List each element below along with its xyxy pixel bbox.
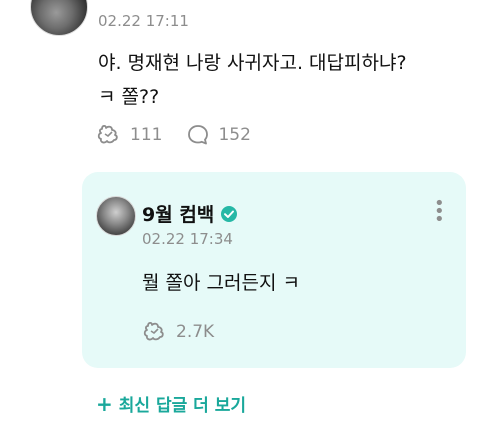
comment-line-2: ㅋ 쫄??: [98, 86, 160, 108]
plus-icon: +: [96, 391, 113, 416]
load-more-replies-label: 최신 답글 더 보기: [118, 396, 247, 416]
reply-timestamp: 02.22 17:34: [142, 230, 233, 248]
reply-text: 뭘 쫄아 그러든지 ㅋ: [142, 272, 300, 294]
reply-card: 9월 컴백 02.22 17:34 • • • 뭘 쫄아 그러든지 ㅋ 2.7K: [82, 172, 466, 368]
timestamp: 02.22 17:11: [98, 12, 189, 30]
reply-like-count: 2.7K: [176, 322, 215, 342]
speech-bubble-icon: [186, 123, 210, 147]
reply-like-button[interactable]: 2.7K: [142, 320, 214, 344]
puzzle-heart-icon: [96, 123, 122, 147]
reply-avatar[interactable]: [96, 196, 136, 236]
reply-button[interactable]: 152: [186, 123, 251, 147]
avatar[interactable]: [30, 0, 88, 36]
more-options-icon[interactable]: •: [438, 0, 449, 7]
comment-text: 야. 명재현 나랑 사귀자고. 대답피하냐? ㅋ 쫄??: [98, 46, 458, 114]
reply-author[interactable]: 9월 컴백: [142, 200, 238, 227]
load-more-replies-button[interactable]: + 최신 답글 더 보기: [96, 391, 247, 417]
reply-more-options-icon[interactable]: • • •: [434, 195, 445, 229]
like-button[interactable]: 111: [96, 123, 162, 147]
reply-author-name: 9월 컴백: [142, 204, 215, 226]
like-count: 111: [130, 125, 163, 145]
comment-line-1: 야. 명재현 나랑 사귀자고. 대답피하냐?: [98, 52, 407, 74]
comment-stats: 111 152: [96, 123, 265, 147]
verified-badge-icon: [220, 205, 238, 223]
puzzle-heart-icon: [142, 320, 168, 344]
reply-count: 152: [218, 125, 251, 145]
